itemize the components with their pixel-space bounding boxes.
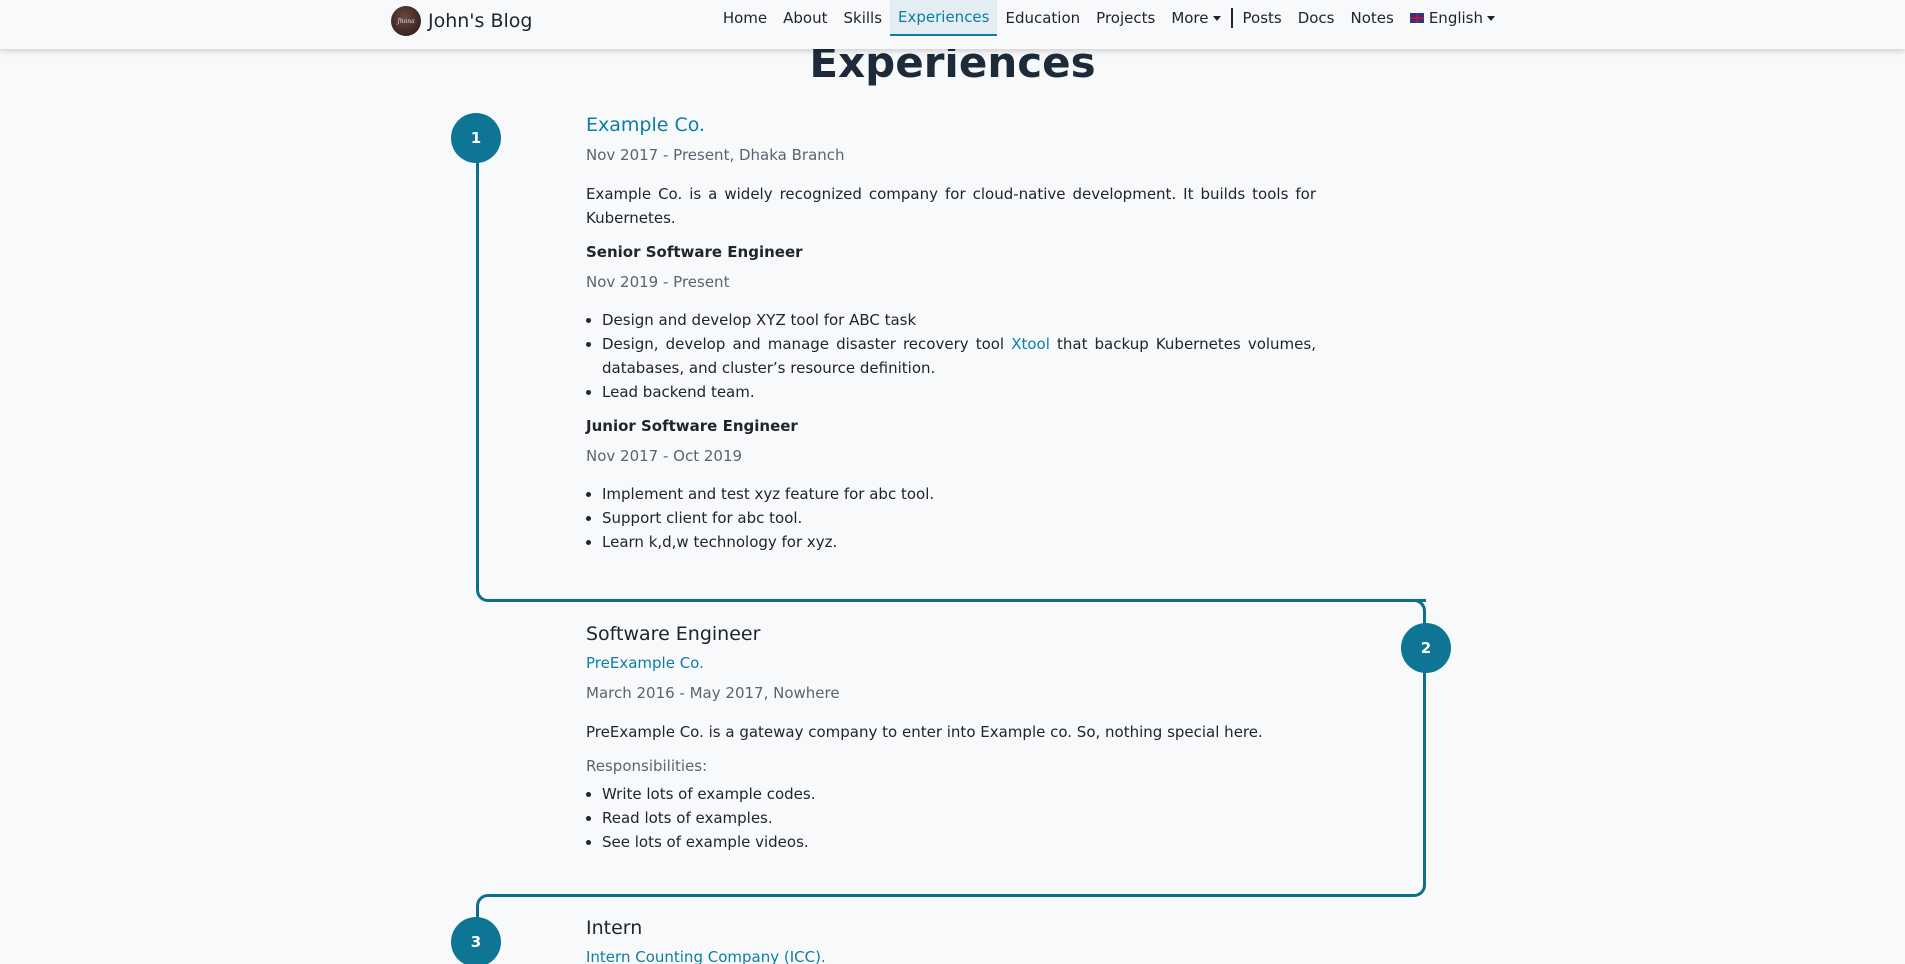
brand-name[interactable]: John's Blog [428,10,532,32]
nav-about[interactable]: About [775,0,835,36]
timeline-marker-3: 3 [451,917,501,964]
list-item: Learn k,d,w technology for xyz. [602,530,1316,554]
company-description: Example Co. is a widely recognized compa… [586,185,1316,227]
company-link[interactable]: PreExample Co. [586,654,1316,672]
list-item: See lots of example videos. [602,830,1316,854]
nav-docs[interactable]: Docs [1290,0,1343,36]
experience-1: Example Co. Nov 2017 - Present, Dhaka Br… [586,112,1316,554]
nav-divider [1230,8,1233,28]
responsibility-list: Write lots of example codes. Read lots o… [586,782,1316,854]
xtool-link[interactable]: Xtool [1011,335,1050,353]
list-item: Support client for abc tool. [602,506,1316,530]
nav-more-label: More [1171,9,1209,27]
nav-experiences[interactable]: Experiences [890,0,998,36]
brand-logo: Jhona [391,6,421,36]
chevron-down-icon [1212,15,1221,21]
list-item: Design and develop XYZ tool for ABC task [602,308,1316,332]
list-item: Implement and test xyz feature for abc t… [602,482,1316,506]
company-description: PreExample Co. is a gateway company to e… [586,723,1263,741]
nav-menu: Home About Skills Experiences Education … [715,0,1503,36]
list-item: Read lots of examples. [602,806,1316,830]
brand[interactable]: Jhona John's Blog [391,6,532,36]
uk-flag-icon [1409,13,1424,23]
timeline-marker-2: 2 [1401,623,1451,673]
nav-posts[interactable]: Posts [1235,0,1290,36]
position-period: Nov 2017 - Oct 2019 [586,447,743,465]
nav-skills[interactable]: Skills [835,0,890,36]
responsibility-list: Implement and test xyz feature for abc t… [586,482,1316,554]
role-title: Intern [586,917,643,939]
company-link[interactable]: Intern Counting Company (ICC). [586,948,1316,964]
list-item-text: Design, develop and manage disaster reco… [602,335,1005,353]
list-item: Design, develop and manage disaster reco… [602,332,1316,380]
nav-more-dropdown[interactable]: More [1163,0,1228,36]
company-link[interactable]: Example Co. [586,112,1316,138]
responsibilities-label: Responsibilities: [586,757,708,775]
experience-period: March 2016 - May 2017, Nowhere [586,684,840,702]
position-period: Nov 2019 - Present [586,273,730,291]
responsibility-list: Design and develop XYZ tool for ABC task… [586,308,1316,404]
nav-home[interactable]: Home [715,0,775,36]
nav-education[interactable]: Education [997,0,1088,36]
nav-projects[interactable]: Projects [1088,0,1163,36]
navbar: Jhona John's Blog Home About Skills Expe… [0,0,1905,49]
nav-language-label: English [1428,9,1483,27]
timeline-marker-1: 1 [451,113,501,163]
nav-language-dropdown[interactable]: English [1402,0,1503,36]
experience-3: Intern Intern Counting Company (ICC). [586,914,1316,964]
role-title: Software Engineer [586,623,761,645]
nav-notes[interactable]: Notes [1343,0,1402,36]
experience-2: Software Engineer PreExample Co. March 2… [586,620,1316,854]
position-title: Senior Software Engineer [586,243,803,261]
list-item: Write lots of example codes. [602,782,1316,806]
list-item: Lead backend team. [602,380,1316,404]
position-title: Junior Software Engineer [586,417,798,435]
brand-logo-text: Jhona [397,17,415,25]
experience-period: Nov 2017 - Present, Dhaka Branch [586,146,845,164]
chevron-down-icon [1487,15,1495,21]
